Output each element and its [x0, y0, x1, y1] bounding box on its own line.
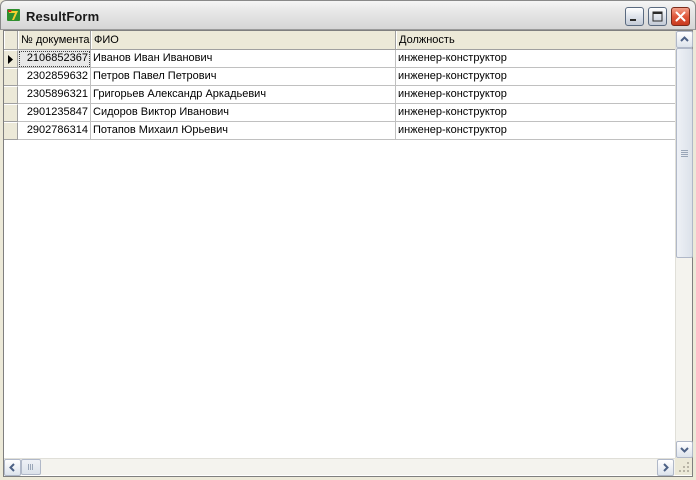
cell-doc-number[interactable]: 2902786314	[18, 122, 91, 140]
row-indicator[interactable]	[4, 68, 18, 86]
table-row[interactable]: 2106852367 Иванов Иван Иванович инженер-…	[4, 50, 675, 68]
result-grid[interactable]: № документа ФИО Должность 2106852367 Ива…	[4, 31, 675, 458]
column-header-position[interactable]: Должность	[396, 31, 675, 49]
size-grip[interactable]	[675, 458, 692, 475]
row-indicator[interactable]	[4, 104, 18, 122]
grip-lines-icon	[681, 150, 688, 157]
cell-fio[interactable]: Григорьев Александр Аркадьевич	[91, 86, 396, 104]
column-header-fio[interactable]: ФИО	[91, 31, 396, 49]
cell-position[interactable]: инженер-конструктор	[396, 122, 675, 140]
maximize-button[interactable]	[648, 7, 667, 26]
cell-position[interactable]: инженер-конструктор	[396, 50, 675, 68]
table-row[interactable]: 2305896321 Григорьев Александр Аркадьеви…	[4, 86, 675, 104]
row-indicator[interactable]	[4, 86, 18, 104]
cell-fio[interactable]: Петров Павел Петрович	[91, 68, 396, 86]
vertical-scroll-thumb[interactable]	[676, 48, 693, 258]
client-area: № документа ФИО Должность 2106852367 Ива…	[3, 30, 693, 477]
row-indicator[interactable]	[4, 122, 18, 140]
horizontal-scroll-thumb[interactable]	[21, 459, 41, 475]
window-title: ResultForm	[26, 9, 100, 24]
scroll-right-button[interactable]	[657, 459, 674, 476]
resize-grip-icon	[679, 462, 689, 472]
vertical-scrollbar[interactable]	[675, 31, 693, 458]
maximize-icon	[652, 11, 663, 22]
minimize-button[interactable]	[625, 7, 644, 26]
scroll-down-button[interactable]	[676, 441, 693, 458]
table-row[interactable]: 2302859632 Петров Павел Петрович инженер…	[4, 68, 675, 86]
scroll-left-button[interactable]	[4, 459, 21, 476]
table-row[interactable]: 2901235847 Сидоров Виктор Иванович инжен…	[4, 104, 675, 122]
cell-doc-number[interactable]: 2302859632	[18, 68, 91, 86]
result-form-window: ResultForm № документа ФИО Должность 210…	[0, 0, 696, 480]
cell-fio[interactable]: Сидоров Виктор Иванович	[91, 104, 396, 122]
cell-doc-number[interactable]: 2106852367	[18, 50, 91, 68]
cell-position[interactable]: инженер-конструктор	[396, 68, 675, 86]
delphi-app-icon	[7, 9, 20, 21]
column-header-doc-number[interactable]: № документа	[18, 31, 91, 49]
chevron-up-icon	[680, 36, 689, 42]
cell-fio[interactable]: Потапов Михаил Юрьевич	[91, 122, 396, 140]
minimize-icon	[630, 19, 636, 21]
grid-header: № документа ФИО Должность	[4, 31, 675, 50]
title-bar[interactable]: ResultForm	[0, 0, 696, 30]
close-button[interactable]	[671, 7, 690, 26]
cell-position[interactable]: инженер-конструктор	[396, 104, 675, 122]
table-row[interactable]: 2902786314 Потапов Михаил Юрьевич инжене…	[4, 122, 675, 140]
row-pointer-icon	[8, 55, 13, 64]
horizontal-scrollbar[interactable]	[4, 458, 675, 476]
grip-lines-icon	[28, 464, 33, 470]
chevron-down-icon	[680, 447, 689, 453]
row-indicator[interactable]	[4, 50, 18, 68]
scroll-up-button[interactable]	[676, 31, 693, 48]
cell-fio[interactable]: Иванов Иван Иванович	[91, 50, 396, 68]
chevron-left-icon	[9, 463, 15, 472]
cell-position[interactable]: инженер-конструктор	[396, 86, 675, 104]
cell-doc-number[interactable]: 2305896321	[18, 86, 91, 104]
header-indicator-corner	[4, 31, 18, 49]
cell-doc-number[interactable]: 2901235847	[18, 104, 91, 122]
chevron-right-icon	[663, 463, 669, 472]
close-icon	[675, 11, 686, 22]
